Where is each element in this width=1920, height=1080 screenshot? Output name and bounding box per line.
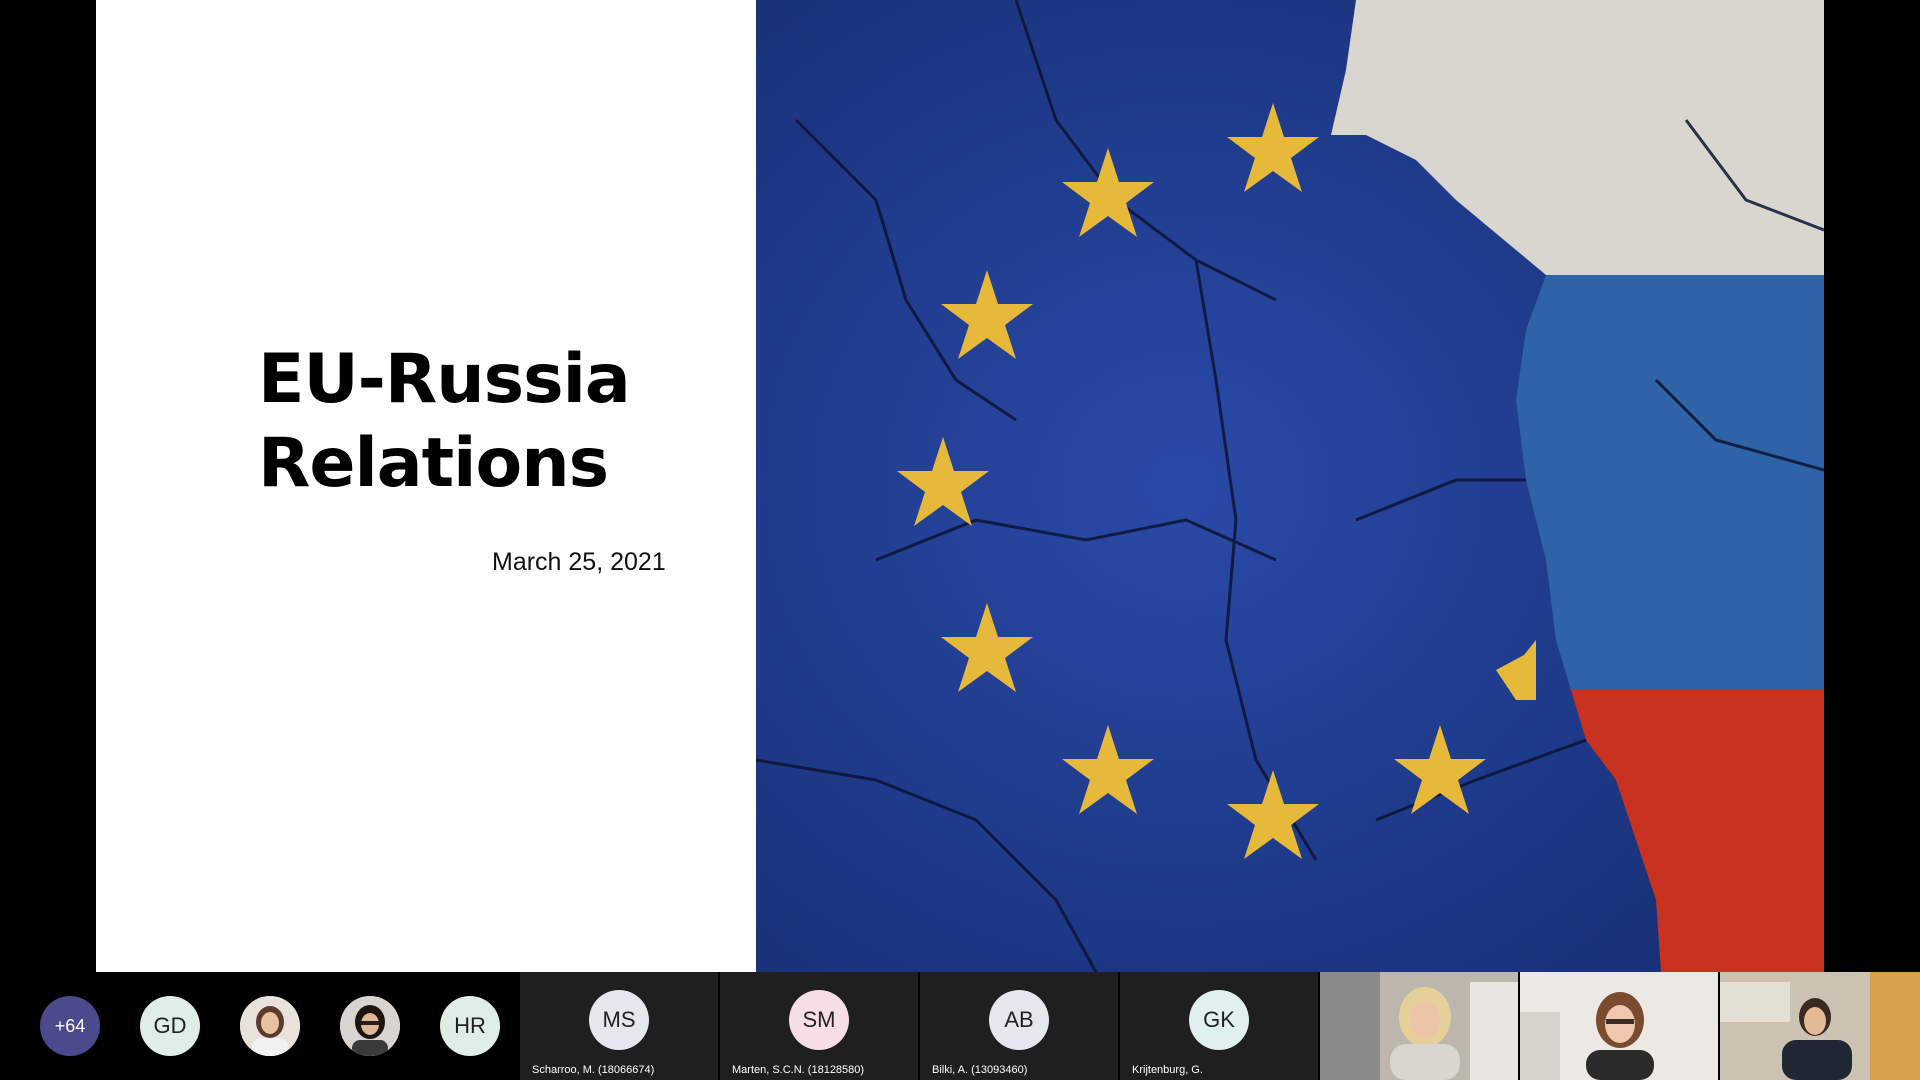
- slide-title-line1: EU-Russia: [258, 340, 631, 419]
- participant-avatar-sm: SM: [789, 990, 849, 1050]
- participant-avatar-ab: AB: [989, 990, 1049, 1050]
- participant-name: Marten, S.C.N. (18128580): [732, 1064, 865, 1076]
- flag-illustration: [756, 0, 1824, 972]
- participant-tile-sm[interactable]: SM Marten, S.C.N. (18128580): [720, 972, 918, 1080]
- more-participants-badge[interactable]: +64: [40, 996, 100, 1056]
- participant-avatar-gd[interactable]: GD: [140, 996, 200, 1056]
- participant-tile-ab[interactable]: AB Bilki, A. (13093460): [920, 972, 1118, 1080]
- person-photo-icon: [340, 996, 400, 1056]
- participant-name: Scharroo, M. (18066674): [532, 1064, 655, 1076]
- participant-photo-1[interactable]: [240, 996, 300, 1056]
- webcam-feed-icon: [1320, 972, 1518, 1080]
- webcam-feed-icon: [1720, 972, 1920, 1080]
- webcam-feed-icon: [1520, 972, 1718, 1080]
- video-tile-1[interactable]: [1320, 972, 1518, 1080]
- participant-avatar-gk: GK: [1189, 990, 1249, 1050]
- video-tile-3[interactable]: [1720, 972, 1920, 1080]
- person-photo-icon: [240, 996, 300, 1056]
- participants-strip: +64 GD HR MS Scharroo, M. (18066674) SM …: [0, 972, 1920, 1080]
- russia-blue-stripe: [1516, 275, 1824, 690]
- participant-tile-ms[interactable]: MS Scharroo, M. (18066674): [520, 972, 718, 1080]
- participant-name: Krijtenburg, G.: [1132, 1064, 1203, 1076]
- shared-screen: EU-Russia Relations March 25, 2021: [96, 0, 1824, 972]
- slide-date: March 25, 2021: [492, 548, 666, 576]
- participant-avatar-ms: MS: [589, 990, 649, 1050]
- slide-title-line2: Relations: [258, 424, 609, 503]
- slide-title: EU-Russia Relations: [258, 338, 708, 506]
- participant-name: Bilki, A. (13093460): [932, 1064, 1028, 1076]
- participant-photo-2[interactable]: [340, 996, 400, 1056]
- slide-text-panel: EU-Russia Relations March 25, 2021: [96, 0, 756, 972]
- participant-avatar-hr[interactable]: HR: [440, 996, 500, 1056]
- video-tile-2[interactable]: [1520, 972, 1718, 1080]
- eu-russia-flag-image: [756, 0, 1824, 972]
- participant-tile-gk[interactable]: GK Krijtenburg, G.: [1120, 972, 1318, 1080]
